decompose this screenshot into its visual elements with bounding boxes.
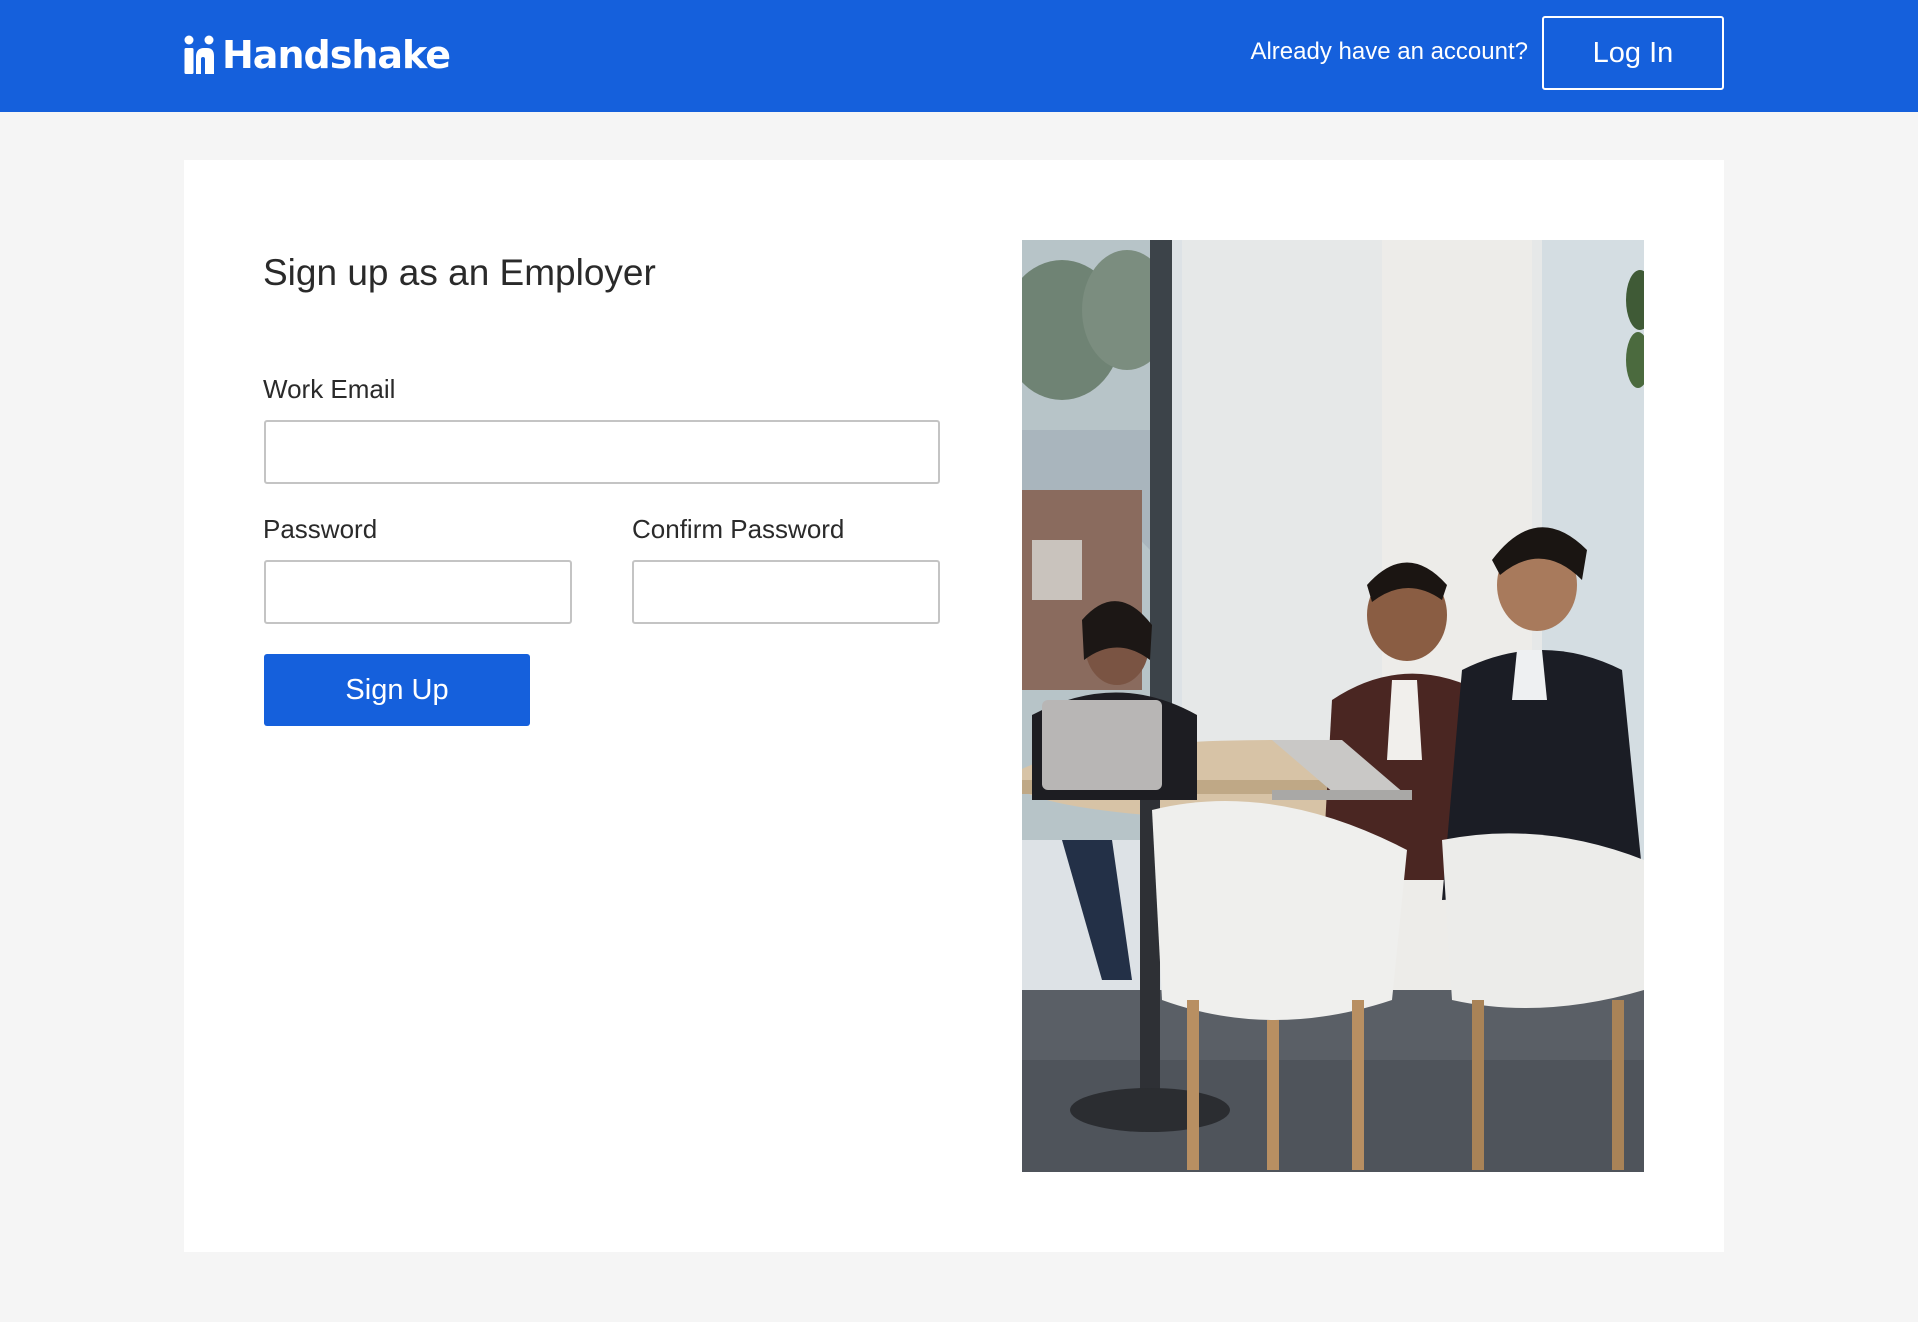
password-input[interactable] [264, 560, 572, 624]
brand-name: Handshake [222, 33, 451, 77]
signup-card: Sign up as an Employer Work Email Passwo… [184, 160, 1724, 1252]
confirm-password-input[interactable] [632, 560, 940, 624]
meeting-photo-illustration [1022, 240, 1644, 1172]
log-in-button[interactable]: Log In [1542, 16, 1724, 90]
sign-up-button[interactable]: Sign Up [264, 654, 530, 726]
confirm-password-label: Confirm Password [632, 514, 845, 544]
top-navigation-bar: Handshake Already have an account? Log I… [0, 0, 1918, 112]
work-email-label: Work Email [263, 374, 396, 404]
handshake-logo[interactable]: Handshake [182, 32, 451, 78]
account-prompt-text: Already have an account? [1250, 38, 1528, 65]
page-title: Sign up as an Employer [263, 252, 656, 293]
password-label: Password [263, 514, 378, 544]
work-email-input[interactable] [264, 420, 940, 484]
handshake-logo-icon [184, 35, 214, 74]
meeting-photo [1022, 240, 1644, 1172]
